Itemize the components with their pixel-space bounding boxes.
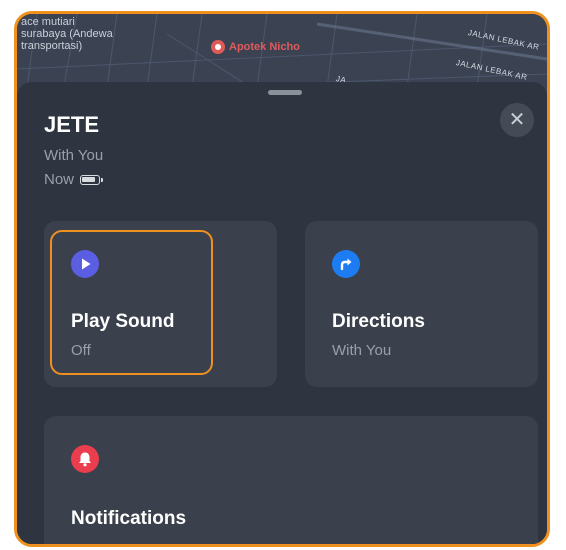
directions-button[interactable]: Directions With You — [305, 221, 538, 387]
play-icon — [71, 250, 99, 278]
bell-icon — [71, 445, 99, 473]
sheet-grabber[interactable] — [268, 90, 302, 95]
device-status: With You — [44, 147, 104, 164]
map-place-label: ace mutiari surabaya (Andewa transportas… — [21, 16, 113, 52]
map-poi[interactable]: Apotek Nicho — [211, 40, 300, 54]
notifications-button[interactable]: Notifications — [44, 416, 538, 544]
play-sound-status: Off — [71, 342, 91, 359]
device-detail-sheet: JETE With You Now ✕ Play Sound Off Direc… — [17, 82, 547, 544]
directions-subtitle: With You — [332, 342, 392, 359]
app-frame: ace mutiari surabaya (Andewa transportas… — [14, 11, 550, 547]
battery-icon — [80, 174, 104, 185]
notifications-title: Notifications — [71, 508, 187, 529]
pharmacy-pin-icon — [211, 40, 225, 54]
poi-label: Apotek Nicho — [229, 41, 300, 53]
play-sound-title: Play Sound — [71, 311, 175, 332]
device-name: JETE — [44, 112, 100, 137]
directions-arrow-icon — [332, 250, 360, 278]
play-sound-button[interactable]: Play Sound Off — [44, 221, 277, 387]
close-icon: ✕ — [508, 109, 526, 131]
close-button[interactable]: ✕ — [500, 103, 534, 137]
last-seen-label: Now — [44, 171, 75, 188]
device-last-seen: Now — [44, 171, 104, 188]
directions-title: Directions — [332, 311, 425, 332]
